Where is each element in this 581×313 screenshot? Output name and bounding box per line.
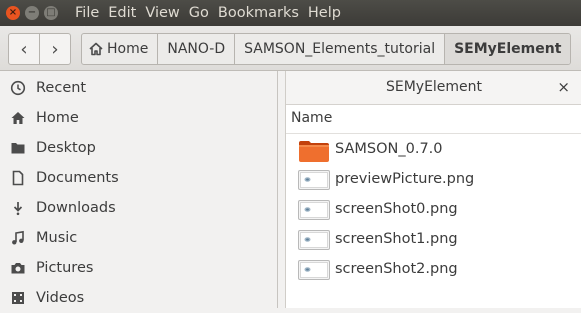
close-window-button[interactable]: × xyxy=(6,6,20,20)
download-icon xyxy=(9,199,27,217)
window-controls: × − □ xyxy=(6,6,63,20)
sidebar-item-home[interactable]: Home xyxy=(0,103,277,133)
video-icon xyxy=(9,289,27,307)
menu-go[interactable]: Go xyxy=(189,5,209,21)
sidebar-item-recent[interactable]: Recent xyxy=(0,73,277,103)
file-name: screenShot2.png xyxy=(335,261,458,277)
camera-icon xyxy=(9,259,27,277)
forward-button[interactable]: › xyxy=(39,34,70,64)
file-row-samson-folder[interactable]: SAMSON_0.7.0 xyxy=(286,135,581,165)
path-current-button[interactable]: SEMyElement xyxy=(444,34,571,64)
file-name: screenShot1.png xyxy=(335,231,458,247)
folder-icon xyxy=(298,140,330,166)
path-bar: Home NANO-D SAMSON_Elements_tutorial SEM… xyxy=(81,33,572,65)
home-icon xyxy=(88,41,104,57)
menu-edit[interactable]: Edit xyxy=(108,5,136,21)
file-row-previewpicture[interactable]: previewPicture.png xyxy=(286,165,581,195)
file-view: SEMyElement × Name SAMSON_0.7.0 previewP… xyxy=(285,71,581,308)
toolbar: ‹ › Home NANO-D SAMSON_Elements_tutorial… xyxy=(0,26,581,71)
file-row-screenshot1[interactable]: screenShot1.png xyxy=(286,225,581,255)
sidebar-item-videos[interactable]: Videos xyxy=(0,283,277,313)
path-tutorial-button[interactable]: SAMSON_Elements_tutorial xyxy=(234,34,444,64)
file-name: previewPicture.png xyxy=(335,171,475,187)
history-nav: ‹ › xyxy=(8,33,71,65)
back-button[interactable]: ‹ xyxy=(9,34,39,64)
sidebar-item-documents[interactable]: Documents xyxy=(0,163,277,193)
tab-bar: SEMyElement × xyxy=(286,71,581,105)
menu-bar: File Edit View Go Bookmarks Help xyxy=(75,5,350,21)
sidebar: Recent Home Desktop Documents Downloads … xyxy=(0,71,278,308)
column-header-label: Name xyxy=(291,110,333,126)
tab-semyelement[interactable]: SEMyElement xyxy=(286,79,581,95)
sidebar-item-label: Pictures xyxy=(36,260,94,276)
clock-icon xyxy=(9,79,27,97)
menu-file[interactable]: File xyxy=(75,5,99,21)
image-file-icon xyxy=(298,200,330,224)
menu-view[interactable]: View xyxy=(145,5,179,21)
close-tab-button[interactable]: × xyxy=(557,78,570,96)
sidebar-item-label: Documents xyxy=(36,170,119,186)
file-row-screenshot0[interactable]: screenShot0.png xyxy=(286,195,581,225)
file-name: screenShot0.png xyxy=(335,201,458,217)
sidebar-item-music[interactable]: Music xyxy=(0,223,277,253)
minimize-window-button[interactable]: − xyxy=(25,6,39,20)
file-row-screenshot2[interactable]: screenShot2.png xyxy=(286,255,581,285)
path-home-label: Home xyxy=(107,41,149,57)
sidebar-item-pictures[interactable]: Pictures xyxy=(0,253,277,283)
sidebar-item-label: Home xyxy=(36,110,79,126)
image-file-icon xyxy=(298,170,330,194)
sidebar-item-downloads[interactable]: Downloads xyxy=(0,193,277,223)
sidebar-item-label: Music xyxy=(36,230,78,246)
sidebar-item-label: Recent xyxy=(36,80,87,96)
sidebar-item-desktop[interactable]: Desktop xyxy=(0,133,277,163)
folder-icon xyxy=(9,139,27,157)
sidebar-item-label: Downloads xyxy=(36,200,116,216)
sidebar-item-label: Videos xyxy=(36,290,85,306)
image-file-icon xyxy=(298,230,330,254)
title-bar: × − □ File Edit View Go Bookmarks Help xyxy=(0,0,581,26)
file-name: SAMSON_0.7.0 xyxy=(335,141,443,157)
image-file-icon xyxy=(298,260,330,284)
menu-bookmarks[interactable]: Bookmarks xyxy=(218,5,299,21)
path-home-button[interactable]: Home xyxy=(82,34,157,64)
path-nano-d-button[interactable]: NANO-D xyxy=(157,34,234,64)
column-header-name[interactable]: Name xyxy=(286,105,581,134)
maximize-window-button[interactable]: □ xyxy=(44,6,58,20)
sidebar-item-label: Desktop xyxy=(36,140,96,156)
music-icon xyxy=(9,229,27,247)
menu-help[interactable]: Help xyxy=(308,5,341,21)
document-icon xyxy=(9,169,27,187)
home-icon xyxy=(9,109,27,127)
